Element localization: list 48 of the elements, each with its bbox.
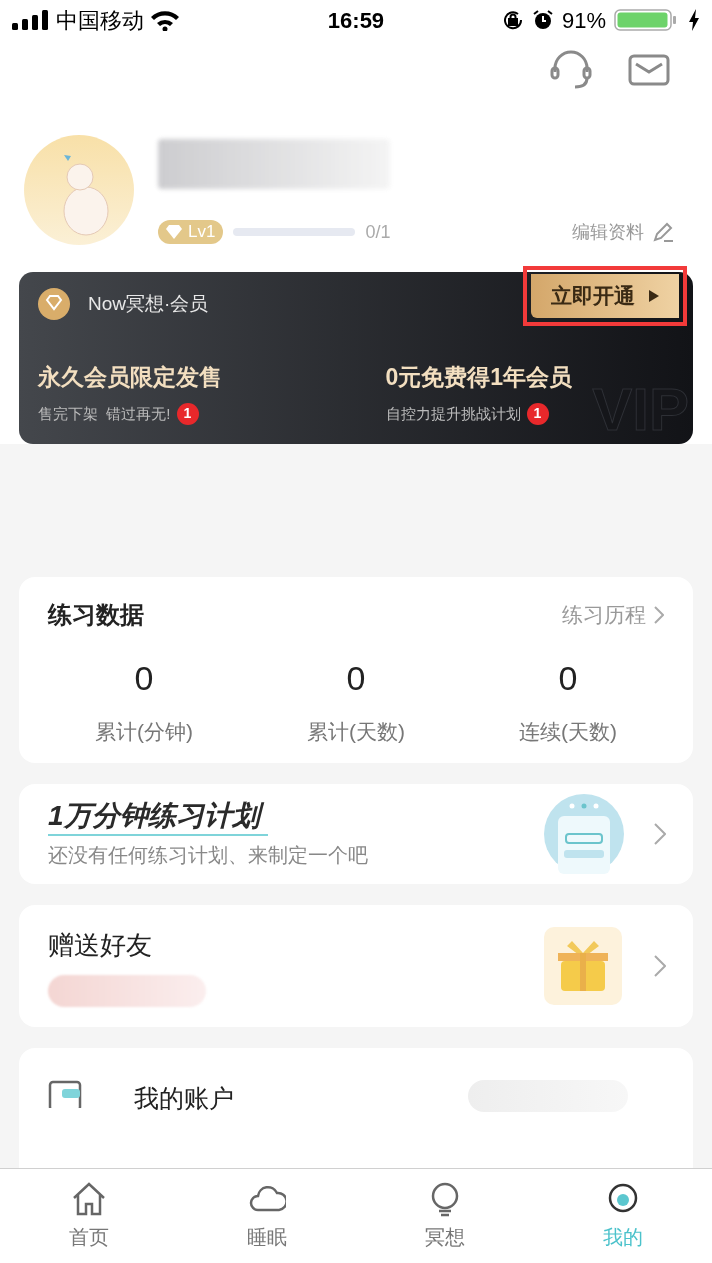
play-icon (649, 290, 659, 302)
chevron-right-icon (654, 606, 664, 624)
calendar-icon (544, 794, 624, 874)
carrier-name: 中国移动 (56, 6, 144, 35)
plan-title: 1万分钟练习计划 (48, 797, 268, 837)
plan-card[interactable]: 1万分钟练习计划 还没有任何练习计划、来制定一个吧 (19, 784, 693, 884)
gift-box-icon (544, 927, 622, 1005)
chevron-right-icon (654, 955, 666, 977)
stat-label: 累计(分钟) (95, 719, 193, 745)
diamond-icon (166, 225, 182, 239)
tab[interactable]: 冥想 (356, 1169, 534, 1263)
wallet-icon (48, 1080, 82, 1108)
mail-icon[interactable] (628, 54, 670, 86)
tab[interactable]: 首页 (0, 1169, 178, 1263)
tab[interactable]: 睡眠 (178, 1169, 356, 1263)
offer-title: 0元免费得1年会员 (385, 363, 574, 392)
signal-icon (12, 10, 50, 30)
gift-card[interactable]: 赠送好友 (19, 905, 693, 1027)
stat-value: 0 (558, 658, 578, 699)
wifi-icon (150, 9, 180, 31)
gift-title: 赠送好友 (48, 928, 153, 962)
plan-subtitle: 还没有任何练习计划、来制定一个吧 (48, 843, 369, 869)
clock-time: 16:59 (327, 6, 385, 35)
section-title: 练习数据 (48, 600, 144, 630)
offer-subtitle: 售完下架 错过再无! (38, 403, 171, 424)
alarm-icon (531, 9, 554, 31)
progress-text: 0/1 (365, 220, 391, 244)
count-badge: 1 (526, 402, 549, 425)
level-badge: Lv1 (158, 220, 224, 244)
battery-percent: 91% (561, 6, 606, 35)
charging-icon (688, 9, 700, 31)
stat-value: 0 (346, 658, 366, 699)
stat-value: 0 (134, 658, 154, 699)
membership-title: Now冥想·会员 (88, 291, 209, 316)
pencil-icon (652, 221, 674, 243)
offer-subtitle: 自控力提升挑战计划 (385, 403, 521, 424)
count-badge: 1 (176, 402, 199, 425)
headset-icon[interactable] (550, 50, 592, 90)
chevron-right-icon (654, 823, 666, 845)
rotation-lock-icon (501, 9, 524, 31)
activate-button[interactable]: 立即开通 (531, 274, 679, 318)
edit-profile-link[interactable]: 编辑资料 (572, 218, 674, 246)
stat-label: 连续(天数) (519, 719, 617, 745)
history-link[interactable]: 练习历程 (562, 599, 664, 631)
stat-label: 累计(天数) (307, 719, 405, 745)
account-title: 我的账户 (134, 1083, 234, 1114)
offer-title: 永久会员限定发售 (38, 363, 223, 392)
account-card[interactable]: 我的账户 (19, 1048, 693, 1168)
